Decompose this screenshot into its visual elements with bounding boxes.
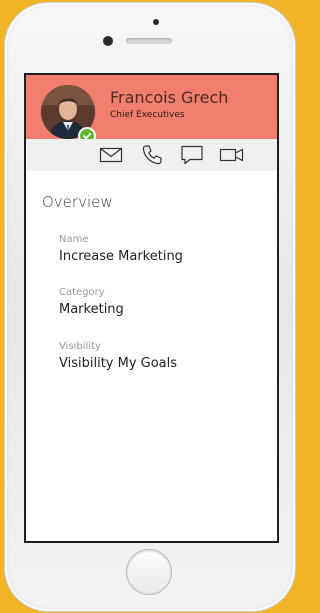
mail-button[interactable]	[98, 143, 124, 167]
video-icon	[219, 148, 244, 162]
field-value-category: Marketing	[59, 302, 124, 317]
contact-actions-bar	[26, 139, 277, 171]
call-button[interactable]	[139, 143, 165, 167]
mail-icon	[99, 147, 123, 163]
field-value-visibility: Visibility My Goals	[59, 356, 178, 371]
earpiece-camera	[153, 19, 159, 25]
chat-button[interactable]	[179, 143, 205, 167]
phone-icon	[142, 145, 162, 165]
app-screen: Francois Grech Chief Executives Overview…	[24, 73, 279, 543]
profile-title: Chief Executives	[110, 110, 185, 120]
speaker-grille	[126, 38, 172, 44]
field-value-name: Increase Marketing	[59, 249, 183, 264]
profile-name: Francois Grech	[110, 88, 229, 107]
profile-header: Francois Grech Chief Executives	[26, 75, 277, 145]
phone-frame: Francois Grech Chief Executives Overview…	[4, 2, 296, 612]
chat-icon	[181, 145, 203, 165]
front-camera	[103, 36, 113, 46]
field-label-name: Name	[59, 234, 89, 245]
home-button[interactable]	[126, 549, 172, 595]
overview-heading: Overview	[42, 193, 113, 211]
field-label-category: Category	[59, 287, 105, 298]
field-label-visibility: Visibility	[59, 341, 101, 352]
video-call-button[interactable]	[219, 143, 245, 167]
